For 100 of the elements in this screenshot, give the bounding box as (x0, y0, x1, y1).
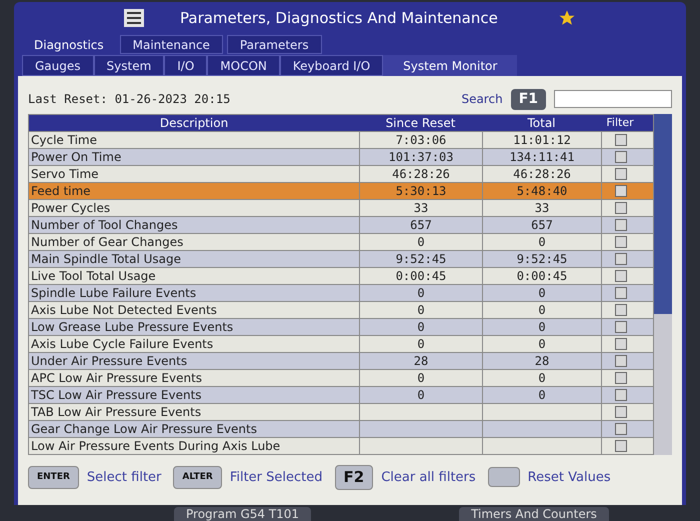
table-cell-text: 134:11:41 (509, 149, 575, 166)
table-row[interactable]: Power Cycles 33 33 (29, 199, 653, 216)
filter-checkbox[interactable] (614, 185, 626, 197)
filter-checkbox[interactable] (614, 423, 626, 435)
tab[interactable]: Parameters (226, 35, 322, 54)
filter-checkbox[interactable] (614, 151, 626, 163)
table-row[interactable]: Low Air Pressure Events During Axis Lube (29, 437, 653, 454)
table-cell-text: 0 (538, 319, 546, 336)
filter-checkbox[interactable] (614, 168, 626, 180)
table-row[interactable]: Number of Tool Changes 657 657 (29, 216, 653, 233)
column-header: Total (526, 115, 557, 132)
table-row[interactable]: Servo Time 46:28:26 46:28:26 (29, 165, 653, 182)
tab[interactable]: System (94, 55, 164, 76)
filter-checkbox[interactable] (614, 389, 626, 401)
table-cell-text: 9:52:45 (396, 251, 446, 268)
table-cell-text: Gear Change Low Air Pressure Events (30, 421, 258, 438)
table-cell-text: 0 (538, 370, 546, 387)
table-row[interactable]: Number of Gear Changes 0 0 (29, 233, 653, 250)
table-row[interactable]: APC Low Air Pressure Events 0 0 (29, 369, 653, 386)
table-cell-text: 0 (417, 302, 425, 319)
table-row[interactable]: Cycle Time 7:03:06 11:01:12 (29, 131, 653, 148)
table-row[interactable]: Gear Change Low Air Pressure Events (29, 420, 653, 437)
table-cell-text: 0 (417, 336, 425, 353)
column-header: Description (158, 115, 230, 132)
filter-checkbox[interactable] (614, 338, 626, 350)
filter-checkbox[interactable] (614, 270, 626, 282)
filter-checkbox[interactable] (614, 321, 626, 333)
table-cell-text: 0 (538, 285, 546, 302)
table-row[interactable]: Power On Time 101:37:03 134:11:41 (29, 148, 653, 165)
table-cell-text: Cycle Time (30, 132, 98, 149)
filter-checkbox[interactable] (614, 372, 626, 384)
last-reset-label: Last Reset: 01-26-2023 20:15 (28, 91, 232, 108)
menu-icon[interactable] (124, 9, 144, 27)
table-row[interactable]: TAB Low Air Pressure Events (29, 403, 653, 420)
table-cell-text: Live Tool Total Usage (30, 268, 157, 285)
table-cell-text: 0:00:45 (396, 268, 446, 285)
table-cell-text: Number of Gear Changes (30, 234, 184, 251)
table-cell-text: Main Spindle Total Usage (30, 251, 182, 268)
table-row[interactable]: Axis Lube Not Detected Events 0 0 (29, 301, 653, 318)
table-cell-text: Servo Time (30, 166, 100, 183)
function-label: Reset Values (528, 468, 611, 486)
column-header: Filter (605, 114, 635, 131)
filter-checkbox[interactable] (614, 406, 626, 418)
table-cell-text: 5:30:13 (396, 183, 446, 200)
tab[interactable]: Gauges (22, 55, 94, 76)
table-cell-text: Axis Lube Not Detected Events (30, 302, 218, 319)
filter-checkbox[interactable] (614, 355, 626, 367)
window-title: Parameters, Diagnostics And Maintenance (180, 8, 499, 29)
table-cell-text: Feed time (30, 183, 92, 200)
filter-checkbox[interactable] (614, 304, 626, 316)
filter-checkbox[interactable] (614, 440, 626, 452)
table-cell-text: 0 (538, 387, 546, 404)
table-cell-text: Power On Time (30, 149, 122, 166)
table-cell-text: 33 (534, 200, 550, 217)
tab[interactable]: I/O (164, 55, 208, 76)
bottom-tab[interactable]: Program G54 T101 (174, 507, 312, 521)
table-cell-text: 7:03:06 (396, 132, 446, 149)
tab[interactable]: MOCON (207, 55, 280, 76)
table-cell-text: 0 (538, 302, 546, 319)
filter-checkbox[interactable] (614, 236, 626, 248)
table-cell-text: Low Air Pressure Events During Axis Lube (30, 438, 282, 455)
tab[interactable]: Maintenance (120, 35, 223, 54)
table-row[interactable]: Spindle Lube Failure Events 0 0 (29, 284, 653, 301)
table-cell-text: 0 (417, 319, 425, 336)
filter-checkbox[interactable] (614, 253, 626, 265)
f1-key[interactable]: F1 (510, 88, 546, 110)
table-cell-text: 657 (410, 217, 432, 234)
table-row[interactable]: Under Air Pressure Events 28 28 (29, 352, 653, 369)
filter-checkbox[interactable] (614, 219, 626, 231)
table-row[interactable]: Live Tool Total Usage 0:00:45 0:00:45 (29, 267, 653, 284)
table-cell-text: 28 (534, 353, 550, 370)
column-header: Since Reset (384, 115, 456, 132)
table-cell-text: 0:00:45 (516, 268, 568, 285)
star-icon[interactable] (558, 9, 576, 27)
filter-checkbox[interactable] (614, 134, 626, 146)
table-cell-text: Under Air Pressure Events (30, 353, 188, 370)
search-field[interactable] (554, 90, 672, 108)
filter-checkbox[interactable] (614, 287, 626, 299)
table-cell-text: 28 (414, 353, 428, 370)
table-cell-text: TSC Low Air Pressure Events (30, 387, 203, 404)
key-button[interactable]: F2 (334, 465, 374, 490)
table-cell-text: 0 (417, 285, 425, 302)
filter-checkbox[interactable] (614, 202, 626, 214)
table-row[interactable]: Axis Lube Cycle Failure Events 0 0 (29, 335, 653, 352)
table-cell-text: 0 (538, 336, 546, 353)
key-button[interactable] (488, 467, 520, 488)
table-row[interactable]: TSC Low Air Pressure Events 0 0 (29, 386, 653, 403)
tab[interactable]: Keyboard I/O (280, 55, 384, 76)
table-cell-text: 0 (417, 387, 425, 404)
key-button[interactable]: ALTER (173, 466, 222, 489)
table-cell-text: 9:52:45 (516, 251, 568, 268)
tab[interactable]: System Monitor (383, 55, 518, 76)
table-row[interactable]: Feed time 5:30:13 5:48:40 (29, 182, 653, 199)
table-cell-text: 5:48:40 (516, 183, 568, 200)
bottom-tab[interactable]: Timers And Counters (459, 507, 609, 521)
key-button[interactable]: ENTER (28, 466, 79, 489)
table-cell-text: 0 (417, 370, 425, 387)
table-row[interactable]: Main Spindle Total Usage 9:52:45 9:52:45 (29, 250, 653, 267)
table-row[interactable]: Low Grease Lube Pressure Events 0 0 (29, 318, 653, 335)
table-cell-text: Axis Lube Cycle Failure Events (30, 336, 214, 353)
